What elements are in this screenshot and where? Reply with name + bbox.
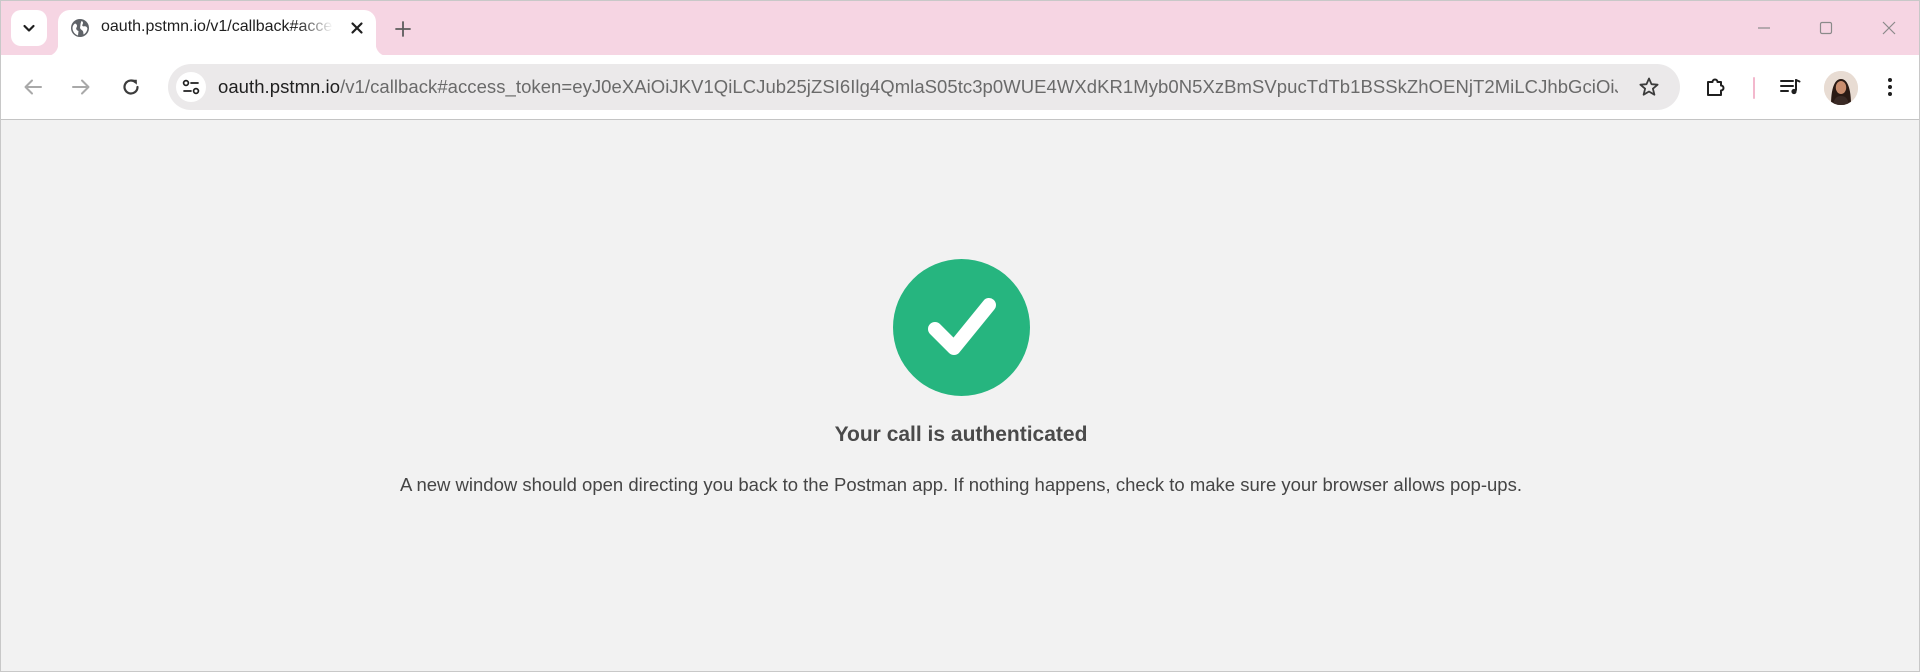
url-path: /v1/callback#access_token=eyJ0eXAiOiJKV1… <box>340 76 1618 97</box>
media-control-button[interactable] <box>1772 69 1808 105</box>
forward-button[interactable] <box>63 69 99 105</box>
plus-icon <box>395 21 411 37</box>
extensions-icon <box>1707 78 1725 96</box>
tab-title: oauth.pstmn.io/v1/callback#access_token=… <box>101 18 333 35</box>
url-host: oauth.pstmn.io <box>218 76 341 97</box>
page-content: Your call is authenticated A new window … <box>1 121 1919 671</box>
maximize-button[interactable] <box>1806 13 1846 43</box>
extensions-button[interactable] <box>1698 69 1734 105</box>
tab-strip: oauth.pstmn.io/v1/callback#access_token=… <box>1 1 1919 56</box>
forward-icon <box>72 79 90 95</box>
address-bar[interactable]: oauth.pstmn.io/v1/callback#access_token=… <box>168 64 1680 110</box>
avatar[interactable] <box>1824 71 1858 105</box>
tab-active[interactable]: oauth.pstmn.io/v1/callback#access_token=… <box>46 10 388 56</box>
site-info-button[interactable] <box>176 72 206 102</box>
status-message: A new window should open directing you b… <box>400 474 1522 495</box>
reload-icon <box>123 79 139 95</box>
toolbar-divider <box>1753 77 1755 99</box>
new-tab-button[interactable] <box>389 15 417 43</box>
media-control-icon <box>1780 79 1801 95</box>
reload-button[interactable] <box>113 69 149 105</box>
toolbar: oauth.pstmn.io/v1/callback#access_token=… <box>1 55 1919 120</box>
bookmark-button[interactable] <box>1635 73 1663 101</box>
browser-window: oauth.pstmn.io/v1/callback#access_token=… <box>0 0 1920 672</box>
close-icon <box>351 22 363 34</box>
site-info-icon <box>182 79 200 95</box>
maximize-icon <box>1819 21 1833 35</box>
url-text[interactable]: oauth.pstmn.io/v1/callback#access_token=… <box>218 76 1618 98</box>
tab-search-button[interactable] <box>11 10 47 46</box>
more-menu-icon <box>1888 78 1892 96</box>
profile-avatar-icon <box>1824 71 1858 105</box>
back-icon <box>24 79 42 95</box>
star-icon <box>1639 77 1659 96</box>
back-button[interactable] <box>15 69 51 105</box>
globe-icon <box>71 19 89 37</box>
chevron-down-icon <box>23 24 35 32</box>
check-circle-icon <box>893 259 1030 396</box>
page-title: Your call is authenticated <box>834 423 1088 446</box>
close-window-button[interactable] <box>1869 13 1909 43</box>
tab-close-button[interactable] <box>346 17 368 39</box>
minimize-icon <box>1758 27 1770 29</box>
close-icon <box>1882 21 1896 35</box>
more-menu-button[interactable] <box>1872 69 1908 105</box>
minimize-button[interactable] <box>1744 13 1784 43</box>
